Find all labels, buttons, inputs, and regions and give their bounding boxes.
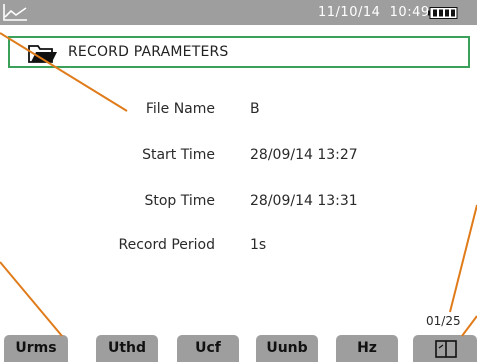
stop-time-label: Stop Time — [144, 193, 215, 209]
urms-button[interactable]: Urms — [4, 335, 68, 362]
uthd-button[interactable]: Uthd — [96, 335, 158, 362]
uunb-button[interactable]: Uunb — [256, 335, 318, 362]
date-time: 11/10/14 10:49 — [318, 5, 430, 20]
start-time-value: 28/09/14 13:27 — [250, 147, 358, 163]
page-select-icon — [435, 340, 457, 358]
start-time-label: Start Time — [142, 147, 215, 163]
file-name-value: B — [250, 101, 260, 117]
record-period-label: Record Period — [118, 237, 215, 253]
file-name-label: File Name — [145, 101, 215, 117]
callout-line-page-select — [461, 315, 477, 337]
title-bar: RECORD PARAMETERS — [8, 36, 470, 68]
record-period-value: 1s — [250, 237, 267, 253]
callout-line-soft-keys — [0, 261, 63, 337]
stop-time-value: 28/09/14 13:31 — [250, 193, 358, 209]
hz-button[interactable]: Hz — [336, 335, 398, 362]
callout-line-page-counter — [449, 204, 477, 313]
page-select-button[interactable] — [413, 335, 477, 362]
folder-icon — [28, 45, 57, 63]
page-title: RECORD PARAMETERS — [68, 44, 229, 60]
page-counter: 01/25 — [426, 314, 461, 328]
status-bar: 11/10/14 10:49 — [0, 0, 477, 25]
trend-icon — [3, 4, 27, 21]
battery-icon — [428, 7, 458, 19]
ucf-button[interactable]: Ucf — [177, 335, 239, 362]
